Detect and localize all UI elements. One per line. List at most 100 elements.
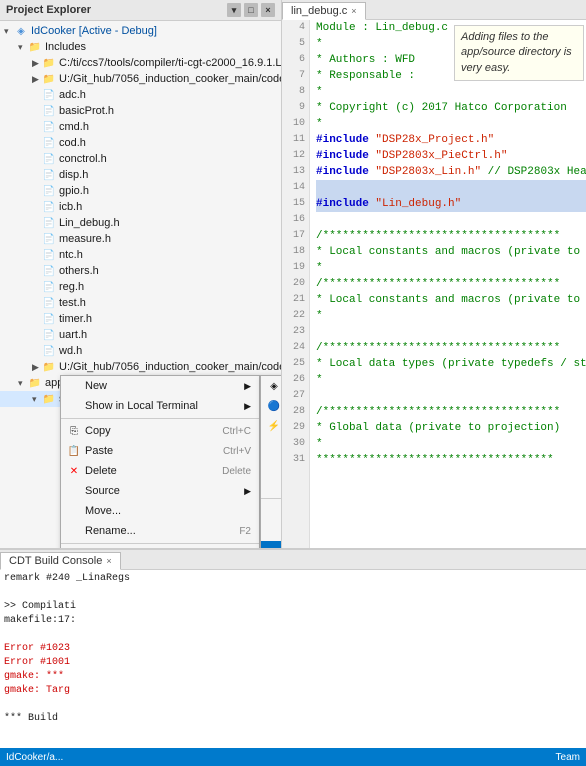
code-line-17: /************************************	[316, 228, 586, 244]
bottom-pane: CDT Build Console × remark #240 _LinaReg…	[0, 548, 586, 748]
move-icon	[67, 504, 81, 518]
menu-item-new[interactable]: New ▶	[61, 376, 259, 396]
submenu-item-energia[interactable]: ⚡ Energia Sketch	[261, 416, 282, 436]
context-menu-submenu: ◈ Project... 🔵 CCS Project ⚡ Energia Ske…	[260, 375, 282, 548]
menu-item-delete[interactable]: ✕ Delete Delete	[61, 461, 259, 481]
tree-item-disp[interactable]: 📄 disp.h	[0, 167, 281, 183]
line-num-6: 6	[286, 52, 305, 68]
tree-item-test[interactable]: 📄 test.h	[0, 295, 281, 311]
submenu-item-file-from-template[interactable]: File from Template	[261, 456, 282, 476]
code-line-20: /************************************	[316, 276, 586, 292]
submenu-item-class[interactable]: Class	[261, 501, 282, 521]
code-line-29: * Global data (private to projection)	[316, 420, 586, 436]
code-line-27	[316, 388, 586, 404]
tree-item-inc3[interactable]: ▶ 📁 U:/Git_hub/7056_induction_cooker_mai…	[0, 359, 281, 375]
file-icon-gpio: 📄	[42, 184, 56, 198]
file-icon-uart: 📄	[42, 328, 56, 342]
tree-item-inc2[interactable]: ▶ 📁 U:/Git_hub/7056_induction_cooker_mai…	[0, 71, 281, 87]
line-num-30: 30	[286, 436, 305, 452]
tree-item-basicprot[interactable]: 📄 basicProt.h	[0, 103, 281, 119]
tree-item-icb[interactable]: 📄 icb.h	[0, 199, 281, 215]
menu-item-paste[interactable]: 📋 Paste Ctrl+V	[61, 441, 259, 461]
tree-item-inc1[interactable]: ▶ 📁 C:/ti/ccs7/tools/compiler/ti-cgt-c20…	[0, 55, 281, 71]
submenu-separator-1	[261, 498, 282, 499]
minimize-icon[interactable]: ▾	[227, 3, 241, 17]
tree-label-ntc: ntc.h	[59, 249, 83, 261]
line-num-29: 29	[286, 420, 305, 436]
tree-item-cmd[interactable]: 📄 cmd.h	[0, 119, 281, 135]
tab-close-icon[interactable]: ×	[351, 6, 356, 16]
tree-item-measure[interactable]: 📄 measure.h	[0, 231, 281, 247]
menu-item-source-label: Source	[85, 485, 240, 497]
tree-item-adc[interactable]: 📄 adc.h	[0, 87, 281, 103]
submenu-item-project[interactable]: ◈ Project...	[261, 376, 282, 396]
menu-item-copy[interactable]: ⎘ Copy Ctrl+C	[61, 421, 259, 441]
code-line-30: *	[316, 436, 586, 452]
tree-item-ntc[interactable]: 📄 ntc.h	[0, 247, 281, 263]
console-line-8: gmake: ***	[4, 670, 582, 684]
console-tab-close[interactable]: ×	[106, 556, 111, 566]
editor-annotation: Adding files to the app/source directory…	[454, 25, 584, 81]
tree-label-cod: cod.h	[59, 137, 86, 149]
console-line-5	[4, 628, 582, 642]
tree-item-conctrol[interactable]: 📄 conctrol.h	[0, 151, 281, 167]
tree-arrow: ▾	[4, 26, 14, 37]
tree-item-uart[interactable]: 📄 uart.h	[0, 327, 281, 343]
line-num-7: 7	[286, 68, 305, 84]
tree-item-timer[interactable]: 📄 timer.h	[0, 311, 281, 327]
console-content[interactable]: remark #240 _LinaRegs >> Compilati makef…	[0, 570, 586, 748]
copy-icon: ⎘	[67, 424, 81, 438]
folder-icon-includes: 📁	[28, 40, 42, 54]
tree-arrow-app: ▾	[18, 378, 28, 389]
code-line-14	[316, 180, 586, 196]
line-num-24: 24	[286, 340, 305, 356]
editor-tab-lindebugc[interactable]: lin_debug.c ×	[282, 2, 366, 20]
file-icon-lindebug: 📄	[42, 216, 56, 230]
close-icon[interactable]: ×	[261, 3, 275, 17]
tree-item-wd[interactable]: 📄 wd.h	[0, 343, 281, 359]
submenu-item-header-file[interactable]: Header File	[261, 521, 282, 541]
delete-shortcut: Delete	[222, 466, 251, 477]
submenu-item-ccs-project[interactable]: 🔵 CCS Project	[261, 396, 282, 416]
source-icon	[67, 484, 81, 498]
menu-item-source[interactable]: Source ▶	[61, 481, 259, 501]
folder-icon-inc1: 📁	[42, 56, 56, 70]
file-icon-adc: 📄	[42, 88, 56, 102]
line-num-31: 31	[286, 452, 305, 468]
submenu-item-folder[interactable]: Folder	[261, 476, 282, 496]
energia-icon: ⚡	[267, 419, 281, 433]
console-line-9: gmake: Targ	[4, 684, 582, 698]
menu-item-delete-label: Delete	[85, 465, 202, 477]
tree-item-gpio[interactable]: 📄 gpio.h	[0, 183, 281, 199]
tree-item-idcooker[interactable]: ▾ ◈ IdCooker [Active - Debug]	[0, 23, 281, 39]
tree-item-includes[interactable]: ▾ 📁 Includes	[0, 39, 281, 55]
tree-item-others[interactable]: 📄 others.h	[0, 263, 281, 279]
submenu-arrow-new: ▶	[244, 381, 251, 392]
line-num-16: 16	[286, 212, 305, 228]
code-line-26: *	[316, 372, 586, 388]
maximize-icon[interactable]: □	[244, 3, 258, 17]
tree-item-reg[interactable]: 📄 reg.h	[0, 279, 281, 295]
menu-item-import[interactable]: Import ▶	[61, 546, 259, 548]
tree-label-includes: Includes	[45, 41, 86, 53]
submenu-item-source-file[interactable]: Source File	[261, 541, 282, 548]
menu-item-move-label: Move...	[85, 505, 251, 517]
line-num-19: 19	[286, 260, 305, 276]
tree-item-cod[interactable]: 📄 cod.h	[0, 135, 281, 151]
menu-item-show-terminal[interactable]: Show in Local Terminal ▶	[61, 396, 259, 416]
rename-icon	[67, 524, 81, 538]
menu-item-move[interactable]: Move...	[61, 501, 259, 521]
tree-item-lindebug[interactable]: 📄 Lin_debug.h	[0, 215, 281, 231]
project-explorer-title: Project Explorer	[6, 4, 91, 16]
editor-tab-bar: lin_debug.c ×	[282, 0, 586, 20]
code-line-28: /************************************	[316, 404, 586, 420]
console-tab-cdt-build[interactable]: CDT Build Console ×	[0, 552, 121, 570]
folder-new-icon	[267, 479, 281, 493]
editor-content[interactable]: 4 5 6 7 8 9 10 11 12 13 14 15 16 17 18 1…	[282, 20, 586, 548]
file-icon-test: 📄	[42, 296, 56, 310]
file-icon-reg: 📄	[42, 280, 56, 294]
line-num-15: 15	[286, 196, 305, 212]
submenu-item-file[interactable]: File	[261, 436, 282, 456]
tree-label-basicprot: basicProt.h	[59, 105, 114, 117]
menu-item-rename[interactable]: Rename... F2	[61, 521, 259, 541]
